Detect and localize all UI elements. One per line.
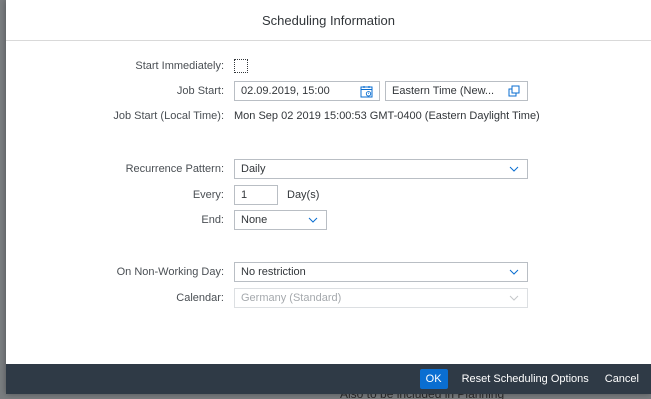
job-start-local-value: Mon Sep 02 2019 15:00:53 GMT-0400 (Easte… — [234, 110, 540, 122]
job-start-label: Job Start: — [176, 85, 224, 97]
every-value: 1 — [241, 189, 248, 201]
recurrence-label: Recurrence Pattern: — [125, 163, 224, 175]
end-value: None — [241, 214, 268, 226]
dialog-footer: OK Reset Scheduling Options Cancel — [6, 364, 651, 394]
recurrence-row: Recurrence Pattern: Daily — [6, 159, 651, 179]
job-start-datetime-input[interactable]: 02.09.2019, 15:00 — [234, 81, 380, 101]
job-start-local-row: Job Start (Local Time): Mon Sep 02 2019 … — [6, 106, 651, 126]
dialog-header: Scheduling Information — [6, 0, 651, 41]
calendar-value: Germany (Standard) — [241, 292, 342, 304]
reset-scheduling-options-button[interactable]: Reset Scheduling Options — [456, 369, 595, 389]
start-immediately-checkbox[interactable] — [234, 59, 248, 73]
job-start-datetime-value: 02.09.2019, 15:00 — [241, 85, 330, 97]
scheduling-dialog: Scheduling Information Start Immediately… — [6, 0, 651, 394]
ok-button[interactable]: OK — [419, 369, 448, 389]
every-input[interactable]: 1 — [234, 185, 278, 205]
calendar-row: Calendar: Germany (Standard) — [6, 288, 651, 308]
job-start-row: Job Start: 02.09.2019, 15:00 Eastern Tim… — [6, 81, 651, 101]
calendar-select: Germany (Standard) — [234, 288, 528, 308]
recurrence-value: Daily — [241, 163, 266, 175]
non-working-day-row: On Non-Working Day: No restriction — [6, 262, 651, 282]
value-help-icon[interactable] — [505, 82, 523, 100]
start-immediately-row: Start Immediately: — [6, 56, 651, 76]
non-working-day-select[interactable]: No restriction — [234, 262, 528, 282]
non-working-day-value: No restriction — [241, 266, 306, 278]
chevron-down-icon[interactable] — [304, 211, 322, 229]
calendar-label: Calendar: — [176, 292, 224, 304]
every-row: Every: 1 Day(s) — [6, 185, 651, 205]
start-immediately-label: Start Immediately: — [135, 60, 224, 72]
timezone-input[interactable]: Eastern Time (New... — [385, 81, 528, 101]
end-select[interactable]: None — [234, 210, 327, 230]
end-label: End: — [201, 214, 224, 226]
chevron-down-icon[interactable] — [505, 263, 523, 281]
non-working-day-label: On Non-Working Day: — [116, 266, 224, 278]
cancel-button[interactable]: Cancel — [599, 369, 645, 389]
recurrence-select[interactable]: Daily — [234, 159, 528, 179]
chevron-down-icon[interactable] — [505, 160, 523, 178]
calendar-icon[interactable] — [357, 82, 375, 100]
dialog-title: Scheduling Information — [262, 12, 395, 28]
every-label: Every: — [192, 189, 224, 201]
chevron-down-icon — [505, 289, 523, 307]
job-start-local-label: Job Start (Local Time): — [113, 110, 224, 122]
timezone-value: Eastern Time (New... — [392, 85, 495, 97]
end-row: End: None — [6, 210, 651, 230]
every-unit: Day(s) — [287, 189, 320, 201]
